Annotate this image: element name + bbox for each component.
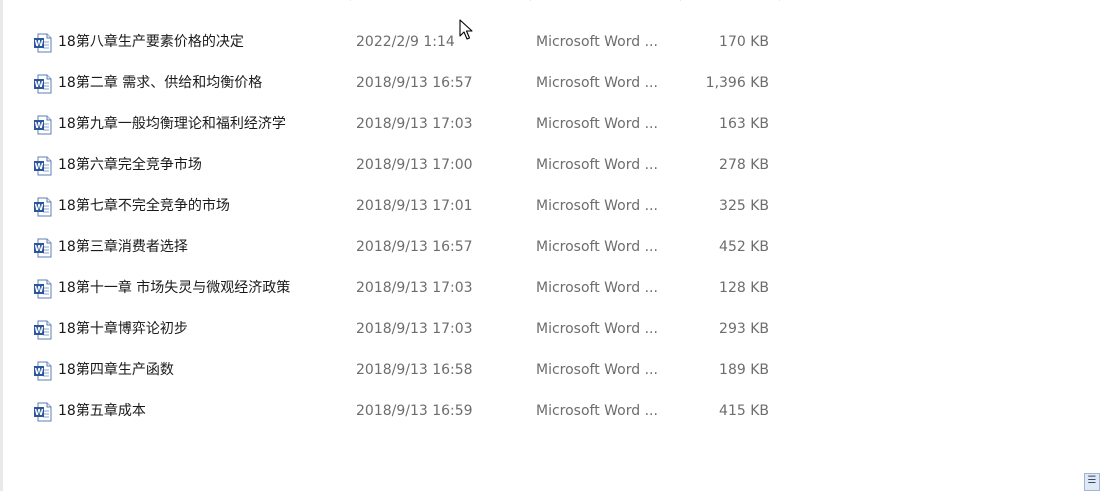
column-divider[interactable] (680, 0, 681, 1)
file-type: Microsoft Word ... (536, 198, 658, 214)
file-type: Microsoft Word ... (536, 362, 658, 378)
file-type: Microsoft Word ... (536, 157, 658, 173)
file-modified-date: 2018/9/13 17:03 (356, 116, 473, 132)
file-row[interactable]: W 18第三章消费者选择 2018/9/13 16:57 Microsoft W… (3, 227, 783, 268)
column-header-size[interactable]: 大小 (687, 0, 715, 14)
svg-text:W: W (35, 285, 44, 294)
file-size: 325 KB (719, 198, 769, 214)
file-type: Microsoft Word ... (536, 116, 658, 132)
file-size: 293 KB (719, 321, 769, 337)
file-type: Microsoft Word ... (536, 34, 658, 50)
word-document-icon: W (33, 33, 53, 53)
svg-text:W: W (35, 244, 44, 253)
file-size: 278 KB (719, 157, 769, 173)
file-modified-date: 2018/9/13 16:57 (356, 75, 473, 91)
file-name[interactable]: 18第十一章 市场失灵与微观经济政策 (58, 268, 348, 309)
file-name[interactable]: 18第六章完全竞争市场 (58, 145, 348, 186)
svg-text:W: W (35, 367, 44, 376)
svg-text:W: W (35, 121, 44, 130)
word-document-icon: W (33, 197, 53, 217)
details-view-icon[interactable]: ☰ (1084, 473, 1100, 491)
word-document-icon: W (33, 156, 53, 176)
file-name[interactable]: 18第十章博弈论初步 (58, 309, 348, 350)
file-row[interactable]: W 18第十章博弈论初步 2018/9/13 17:03 Microsoft W… (3, 309, 783, 350)
file-modified-date: 2018/9/13 16:58 (356, 362, 473, 378)
word-document-icon: W (33, 74, 53, 94)
word-document-icon: W (33, 279, 53, 299)
file-size: 452 KB (719, 239, 769, 255)
file-name[interactable]: 18第九章一般均衡理论和福利经济学 (58, 104, 348, 145)
file-row[interactable]: W 18第六章完全竞争市场 2018/9/13 17:00 Microsoft … (3, 145, 783, 186)
file-list-pane: 名称 修改日期 类型 大小 W 18第八章生产要素价格的决定 2022/2/9 … (0, 0, 1100, 491)
file-name[interactable]: 18第五章成本 (58, 391, 348, 432)
column-header-date[interactable]: 修改日期 (359, 0, 415, 14)
column-divider[interactable] (530, 0, 531, 1)
word-document-icon: W (33, 361, 53, 381)
file-size: 415 KB (719, 403, 769, 419)
column-header-bar: 名称 修改日期 类型 大小 (3, 0, 783, 14)
file-modified-date: 2018/9/13 16:57 (356, 239, 473, 255)
file-size: 163 KB (719, 116, 769, 132)
file-modified-date: 2018/9/13 17:01 (356, 198, 473, 214)
word-document-icon: W (33, 402, 53, 422)
svg-text:W: W (35, 80, 44, 89)
svg-text:W: W (35, 203, 44, 212)
file-size: 1,396 KB (705, 75, 769, 91)
file-type: Microsoft Word ... (536, 239, 658, 255)
file-list: W 18第八章生产要素价格的决定 2022/2/9 1:14 Microsoft… (3, 22, 783, 432)
svg-text:W: W (35, 39, 44, 48)
file-size: 170 KB (719, 34, 769, 50)
column-header-type[interactable]: 类型 (538, 0, 566, 14)
file-modified-date: 2018/9/13 17:00 (356, 157, 473, 173)
file-row[interactable]: W 18第五章成本 2018/9/13 16:59 Microsoft Word… (3, 391, 783, 432)
file-row[interactable]: W 18第八章生产要素价格的决定 2022/2/9 1:14 Microsoft… (3, 22, 783, 63)
file-type: Microsoft Word ... (536, 403, 658, 419)
file-modified-date: 2018/9/13 17:03 (356, 280, 473, 296)
column-divider[interactable] (779, 0, 780, 1)
file-name[interactable]: 18第三章消费者选择 (58, 227, 348, 268)
file-row[interactable]: W 18第九章一般均衡理论和福利经济学 2018/9/13 17:03 Micr… (3, 104, 783, 145)
svg-text:W: W (35, 326, 44, 335)
file-type: Microsoft Word ... (536, 321, 658, 337)
file-name[interactable]: 18第七章不完全竞争的市场 (58, 186, 348, 227)
file-row[interactable]: W 18第二章 需求、供给和均衡价格 2018/9/13 16:57 Micro… (3, 63, 783, 104)
file-name[interactable]: 18第二章 需求、供给和均衡价格 (58, 63, 348, 104)
word-document-icon: W (33, 238, 53, 258)
file-modified-date: 2018/9/13 16:59 (356, 403, 473, 419)
file-modified-date: 2022/2/9 1:14 (356, 34, 455, 50)
file-modified-date: 2018/9/13 17:03 (356, 321, 473, 337)
column-header-name[interactable]: 名称 (47, 0, 75, 14)
file-size: 128 KB (719, 280, 769, 296)
file-name[interactable]: 18第八章生产要素价格的决定 (58, 22, 348, 63)
column-divider[interactable] (350, 0, 351, 1)
word-document-icon: W (33, 320, 53, 340)
file-size: 189 KB (719, 362, 769, 378)
svg-text:W: W (35, 408, 44, 417)
file-name[interactable]: 18第四章生产函数 (58, 350, 348, 391)
file-row[interactable]: W 18第十一章 市场失灵与微观经济政策 2018/9/13 17:03 Mic… (3, 268, 783, 309)
svg-text:W: W (35, 162, 44, 171)
file-type: Microsoft Word ... (536, 75, 658, 91)
file-type: Microsoft Word ... (536, 280, 658, 296)
word-document-icon: W (33, 115, 53, 135)
file-row[interactable]: W 18第四章生产函数 2018/9/13 16:58 Microsoft Wo… (3, 350, 783, 391)
mouse-pointer-icon (459, 19, 473, 40)
file-row[interactable]: W 18第七章不完全竞争的市场 2018/9/13 17:01 Microsof… (3, 186, 783, 227)
